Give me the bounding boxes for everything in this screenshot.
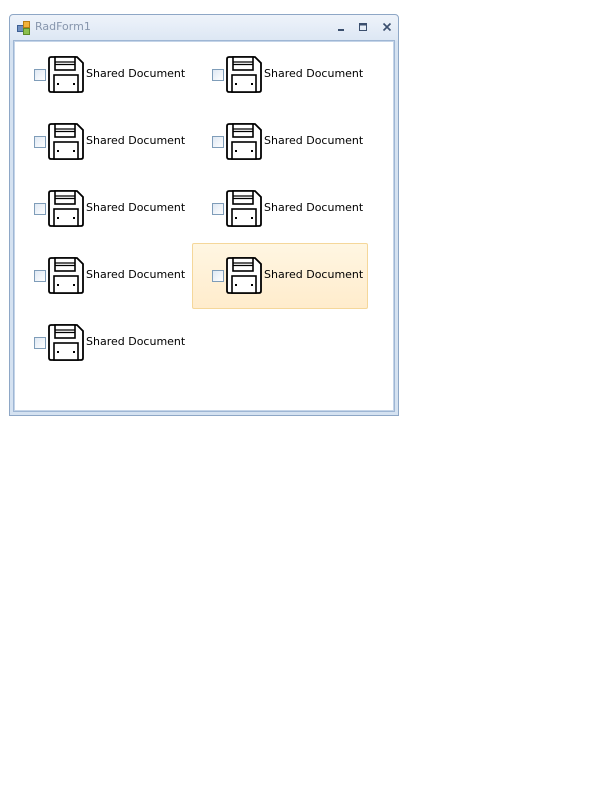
item-checkbox[interactable] <box>34 270 46 282</box>
title-bar[interactable]: RadForm1 <box>10 15 398 39</box>
floppy-disk-icon <box>48 324 84 361</box>
item-label: Shared Document <box>86 67 186 80</box>
list-item-8[interactable]: Shared Document <box>192 243 368 309</box>
item-checkbox[interactable] <box>212 203 224 215</box>
item-checkbox[interactable] <box>212 69 224 81</box>
item-checkbox[interactable] <box>212 136 224 148</box>
floppy-disk-icon <box>226 190 262 227</box>
item-label: Shared Document <box>86 201 186 214</box>
item-label: Shared Document <box>264 67 364 80</box>
item-checkbox[interactable] <box>34 203 46 215</box>
close-button[interactable] <box>378 19 396 35</box>
item-checkbox[interactable] <box>212 270 224 282</box>
item-checkbox[interactable] <box>34 69 46 81</box>
window-title: RadForm1 <box>35 20 91 33</box>
maximize-button[interactable] <box>354 19 372 35</box>
item-label: Shared Document <box>86 268 186 281</box>
floppy-disk-icon <box>48 56 84 93</box>
item-label: Shared Document <box>86 335 186 348</box>
list-item-1[interactable]: Shared Document <box>14 42 190 108</box>
floppy-disk-icon <box>48 190 84 227</box>
minimize-button[interactable] <box>332 19 350 35</box>
list-item-5[interactable]: Shared Document <box>14 176 190 242</box>
close-icon <box>382 22 392 32</box>
list-item-9[interactable]: Shared Document <box>14 310 190 376</box>
maximize-icon <box>359 23 367 31</box>
list-item-4[interactable]: Shared Document <box>192 109 368 175</box>
list-view[interactable]: Shared Document Shared Document Shared D… <box>13 40 395 412</box>
floppy-disk-icon <box>226 123 262 160</box>
floppy-disk-icon <box>48 257 84 294</box>
item-label: Shared Document <box>86 134 186 147</box>
item-checkbox[interactable] <box>34 337 46 349</box>
list-item-6[interactable]: Shared Document <box>192 176 368 242</box>
item-label: Shared Document <box>264 134 364 147</box>
app-icon <box>17 21 30 35</box>
list-item-3[interactable]: Shared Document <box>14 109 190 175</box>
floppy-disk-icon <box>226 257 262 294</box>
list-item-7[interactable]: Shared Document <box>14 243 190 309</box>
list-item-2[interactable]: Shared Document <box>192 42 368 108</box>
item-label: Shared Document <box>264 268 364 281</box>
floppy-disk-icon <box>48 123 84 160</box>
item-label: Shared Document <box>264 201 364 214</box>
radform-window: RadForm1 Shared Document Shared Document… <box>9 14 399 416</box>
floppy-disk-icon <box>226 56 262 93</box>
item-checkbox[interactable] <box>34 136 46 148</box>
minimize-icon <box>338 29 344 31</box>
